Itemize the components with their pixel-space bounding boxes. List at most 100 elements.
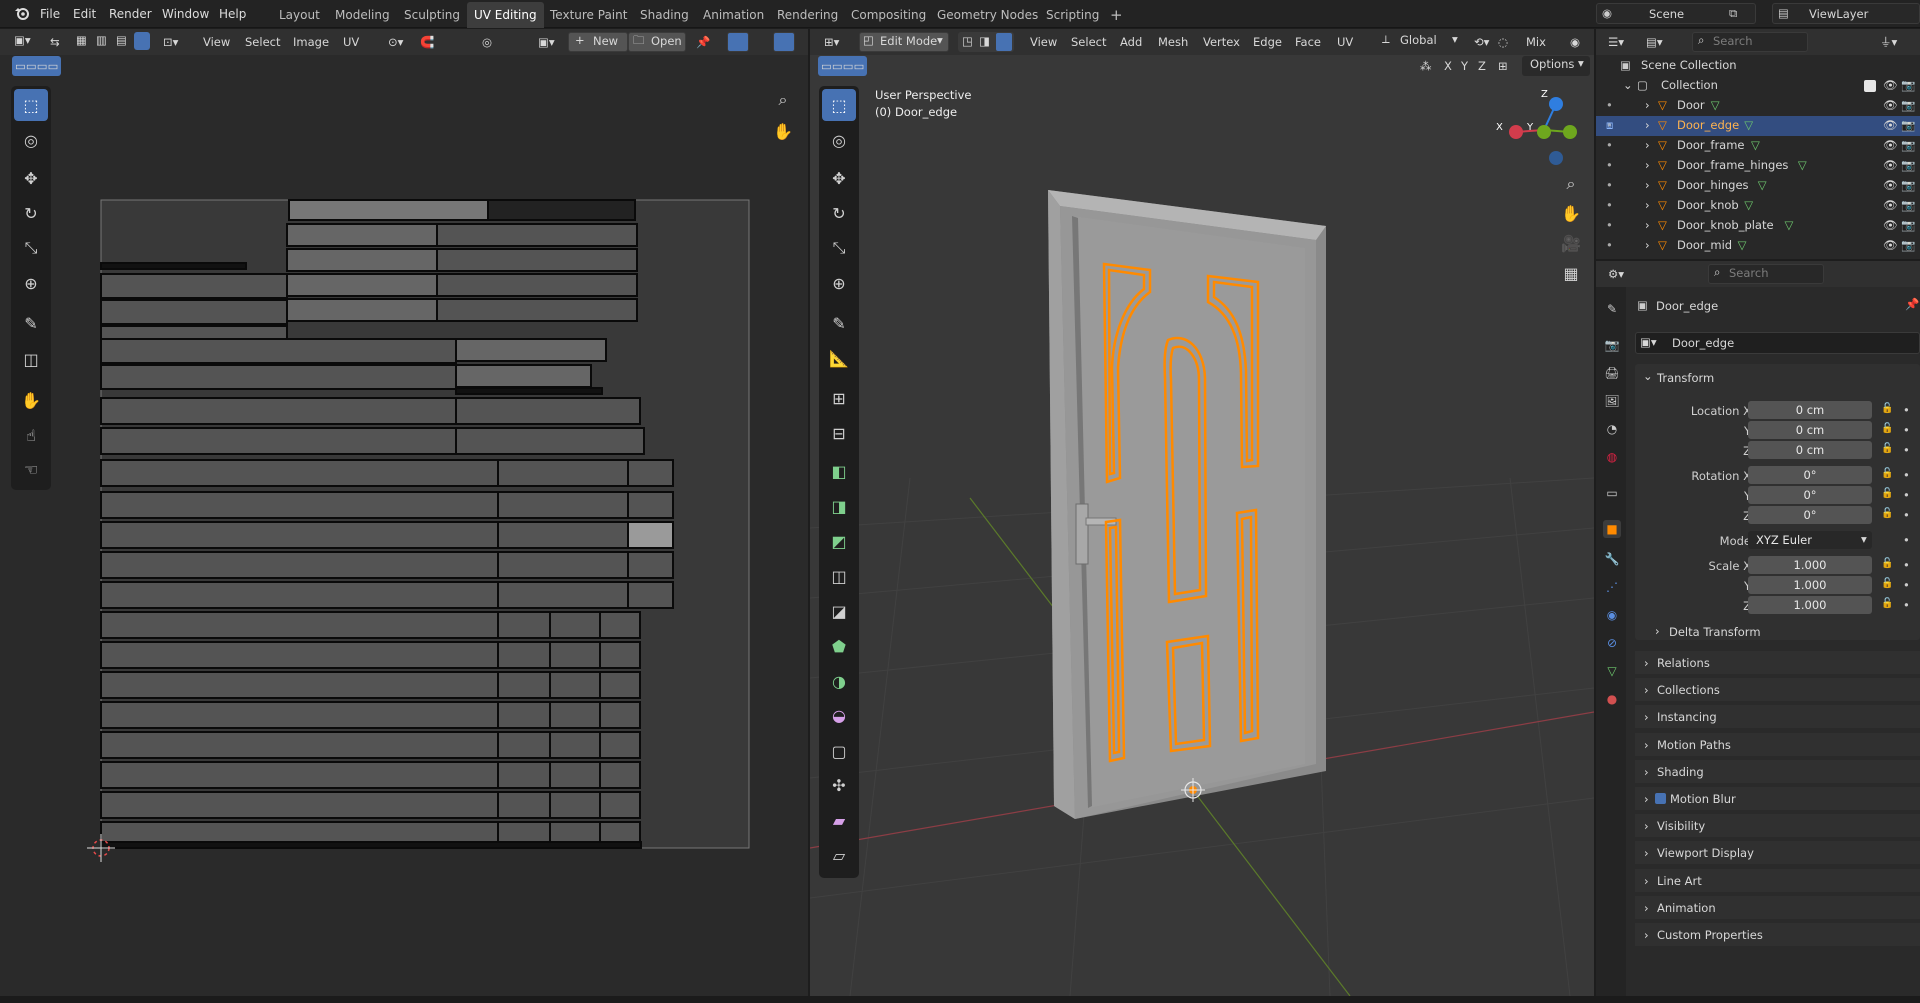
vp-menu-face[interactable]: Face	[1295, 32, 1321, 52]
physics-tab-icon[interactable]: ◉	[1603, 606, 1621, 624]
vp-menu-vertex[interactable]: Vertex	[1203, 32, 1240, 52]
vp-bisect-tool-icon[interactable]: ◪	[822, 595, 856, 627]
display-mode-icon[interactable]: ▤▾	[1646, 32, 1663, 52]
eye-icon[interactable]: 👁	[1883, 178, 1898, 192]
outliner-row-object[interactable]: • › ▽ Door_hinges ▽ 👁 📷	[1596, 176, 1920, 196]
motion-blur-checkbox[interactable]	[1655, 793, 1666, 804]
tab-compositing[interactable]: Compositing	[844, 2, 933, 28]
keyframe-dot-icon[interactable]: •	[1903, 488, 1910, 502]
vp-spin-tool-icon[interactable]: ◑	[822, 665, 856, 697]
keyframe-dot-icon[interactable]: •	[1903, 468, 1910, 482]
mirror-z-toggle[interactable]: Z	[1478, 56, 1486, 76]
mesh-data-icon[interactable]: ▽	[1785, 218, 1794, 232]
collection-tab-icon[interactable]: ▭	[1603, 484, 1621, 502]
tab-scripting[interactable]: Scripting	[1039, 2, 1106, 28]
camera-icon[interactable]: 📷	[1901, 118, 1915, 132]
vp-select-tool-icon[interactable]: ⬚	[822, 89, 856, 121]
vp-menu-add[interactable]: Add	[1120, 32, 1142, 52]
vp-menu-view[interactable]: View	[1030, 32, 1057, 52]
lock-icon[interactable]: 🔓	[1881, 578, 1893, 589]
keyframe-dot-icon[interactable]: •	[1903, 443, 1910, 457]
vp-menu-mesh[interactable]: Mesh	[1158, 32, 1188, 52]
mesh-data-icon[interactable]: ▽	[1738, 238, 1747, 252]
exclude-checkbox[interactable]	[1864, 80, 1876, 92]
outliner-row-object[interactable]: • › ▽ Door_mid ▽ 👁 📷	[1596, 236, 1920, 256]
mesh-data-icon[interactable]: ▽	[1744, 198, 1753, 212]
properties-search[interactable]: ⌕ Search	[1708, 264, 1824, 284]
data-tab-icon[interactable]: ▽	[1603, 662, 1621, 680]
auto-merge-icon[interactable]: ⊞	[1498, 56, 1508, 76]
render-tab-icon[interactable]: 📷	[1603, 336, 1621, 354]
chevron-right-icon[interactable]: ›	[1645, 158, 1650, 172]
vp-scale-tool-icon[interactable]: ⤡	[822, 232, 856, 264]
scene-selector[interactable]: ◉ Scene ⧉	[1596, 3, 1756, 24]
modifier-tab-icon[interactable]: 🔧	[1603, 550, 1621, 568]
lock-icon[interactable]: 🔓	[1881, 468, 1893, 479]
vertex-select-icon[interactable]: ◳	[962, 34, 973, 48]
outliner-row-object[interactable]: • › ▽ Door_frame_hinges ▽ 👁 📷	[1596, 156, 1920, 176]
vp-camera-icon[interactable]: 🎥	[1556, 229, 1586, 257]
snap-toggle-icon[interactable]: ◌	[1498, 32, 1508, 52]
mesh-data-icon[interactable]: ▽	[1744, 118, 1753, 132]
eye-icon[interactable]: 👁	[1883, 138, 1898, 152]
keyframe-dot-icon[interactable]: •	[1903, 598, 1910, 612]
keyframe-dot-icon[interactable]: •	[1903, 423, 1910, 437]
chevron-right-icon[interactable]: ›	[1645, 98, 1650, 112]
object-name-field[interactable]: ▣▾ Door_edge	[1635, 332, 1920, 354]
panel-collections[interactable]: › Collections	[1635, 677, 1920, 702]
lock-icon[interactable]: 🔓	[1881, 488, 1893, 499]
number-field[interactable]: 1.000	[1748, 556, 1872, 574]
vp-rip-tool-icon[interactable]: ▱	[822, 839, 856, 871]
number-field[interactable]: 0 cm	[1748, 401, 1872, 419]
number-field[interactable]: 0 cm	[1748, 421, 1872, 439]
vp-measure-tool-icon[interactable]: 📐	[822, 342, 856, 374]
camera-icon[interactable]: 📷	[1901, 158, 1915, 172]
particles-tab-icon[interactable]: ⋰	[1603, 578, 1621, 596]
eye-icon[interactable]: 👁	[1883, 78, 1898, 92]
eye-icon[interactable]: 👁	[1883, 118, 1898, 132]
mirror-y-toggle[interactable]: Y	[1461, 56, 1468, 76]
chevron-right-icon[interactable]: ›	[1645, 138, 1650, 152]
keyframe-dot-icon[interactable]: •	[1903, 508, 1910, 522]
eye-icon[interactable]: 👁	[1883, 238, 1898, 252]
vp-zoom-icon[interactable]: ⌕	[1556, 170, 1586, 198]
vp-cursor-tool-icon[interactable]: ◎	[822, 124, 856, 156]
panel-animation[interactable]: › Animation	[1635, 894, 1920, 919]
number-field[interactable]: 1.000	[1748, 576, 1872, 594]
camera-icon[interactable]: 📷	[1901, 218, 1915, 232]
vp-select-box-mode-icon[interactable]: ▭▭▭▭	[818, 56, 868, 76]
chevron-right-icon[interactable]: ›	[1645, 218, 1650, 232]
mirror-icon[interactable]: ⁂	[1420, 56, 1432, 76]
panel-visibility[interactable]: › Visibility	[1635, 813, 1920, 838]
number-field[interactable]: 0°	[1748, 506, 1872, 524]
vp-add-cube-tool-icon[interactable]: ⊞	[822, 382, 856, 414]
eye-icon[interactable]: 👁	[1883, 198, 1898, 212]
filter-icon[interactable]: ⏚▾	[1880, 32, 1897, 52]
vp-move-tool-icon[interactable]: ✥	[822, 162, 856, 194]
camera-icon[interactable]: 📷	[1901, 138, 1915, 152]
new-scene-icon[interactable]: ⧉	[1729, 6, 1737, 21]
mirror-x-toggle[interactable]: X	[1444, 56, 1452, 76]
vp-rotate-tool-icon[interactable]: ↻	[822, 197, 856, 229]
chevron-right-icon[interactable]: ›	[1645, 198, 1650, 212]
proportional-edit-icon[interactable]: ◉	[1570, 32, 1580, 52]
vp-inset-tool-icon[interactable]: ◧	[822, 455, 856, 487]
viewport-editor-type-icon[interactable]: ⊞▾	[824, 32, 839, 52]
outliner-row-scene-collection[interactable]: ▣ Scene Collection	[1596, 56, 1920, 76]
gizmo-neg-y-icon[interactable]	[1537, 125, 1551, 139]
mesh-data-icon[interactable]: ▽	[1758, 178, 1767, 192]
lock-icon[interactable]: 🔓	[1881, 558, 1893, 569]
outliner-search[interactable]: ⌕ Search	[1692, 32, 1808, 52]
pin-icon[interactable]: 📌	[1905, 297, 1919, 311]
material-tab-icon[interactable]: ●	[1603, 690, 1621, 708]
mode-selector[interactable]: ◰ Edit Mode ▾	[859, 32, 949, 52]
uv-canvas[interactable]	[0, 0, 808, 1003]
number-field[interactable]: 0°	[1748, 486, 1872, 504]
camera-icon[interactable]: 📷	[1901, 78, 1915, 92]
vp-menu-select[interactable]: Select	[1071, 32, 1106, 52]
view-layer-selector[interactable]: ▤ ViewLayer	[1772, 3, 1920, 24]
number-field[interactable]: 0 cm	[1748, 441, 1872, 459]
outliner-row-object[interactable]: • › ▽ Door ▽ 👁 📷	[1596, 96, 1920, 116]
panel-instancing[interactable]: › Instancing	[1635, 704, 1920, 729]
outliner-type-icon[interactable]: ☰▾	[1608, 32, 1624, 52]
